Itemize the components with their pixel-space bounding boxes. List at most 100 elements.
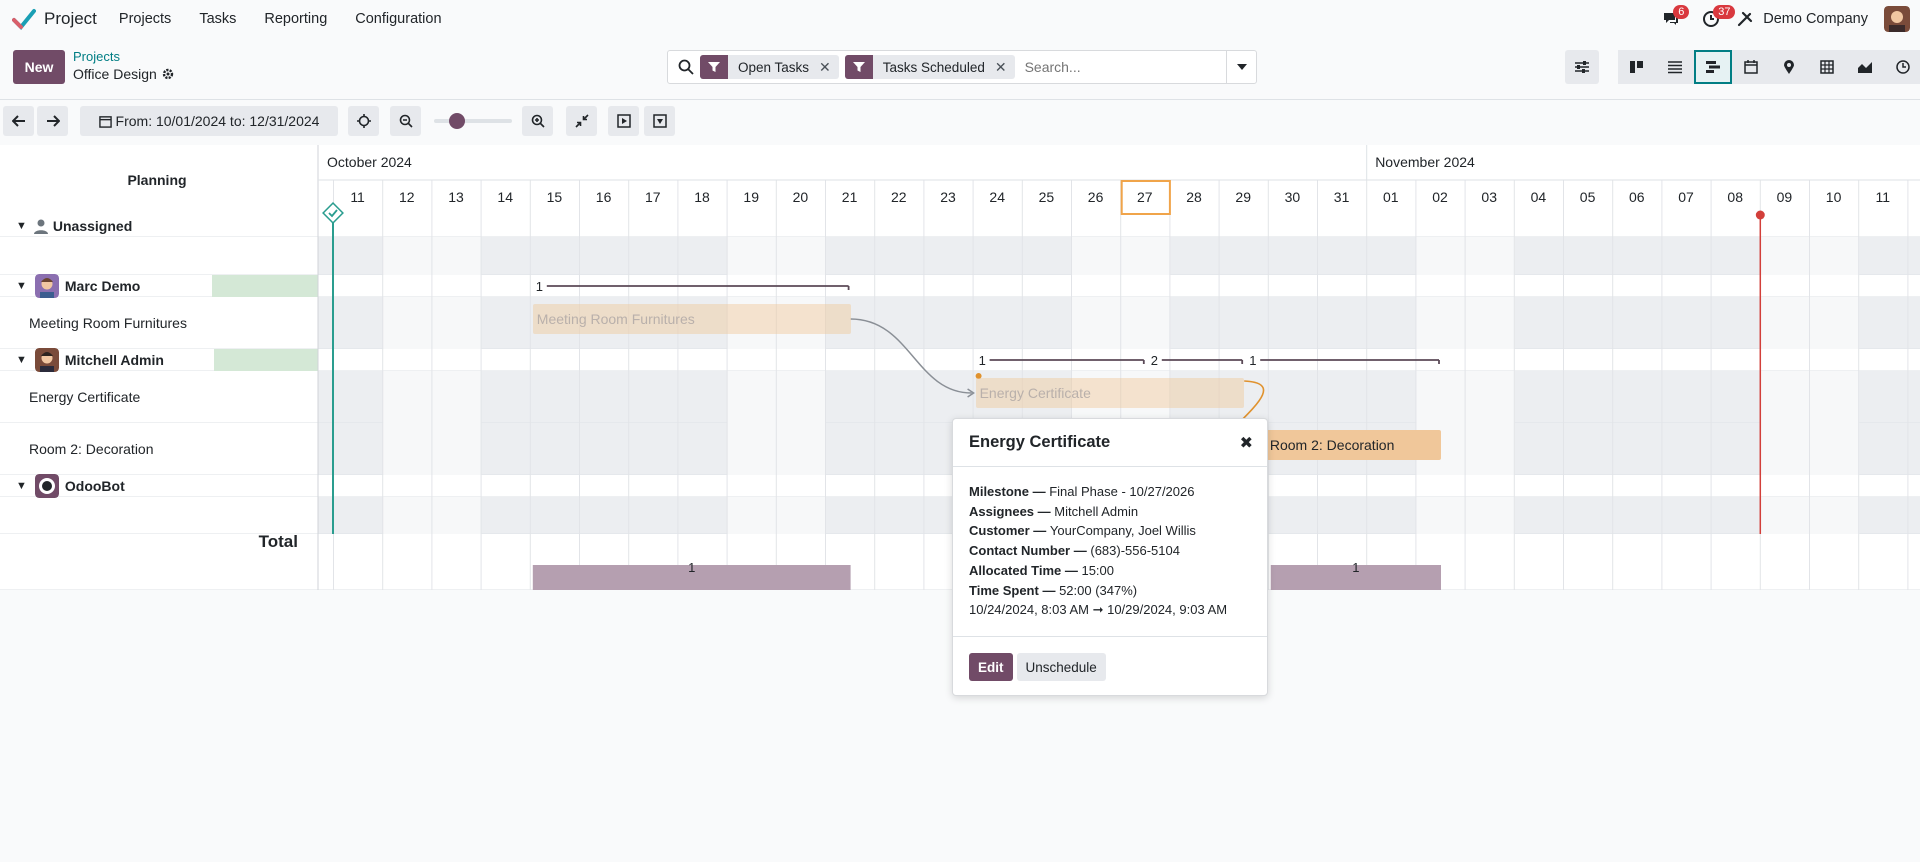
- search-icon[interactable]: [678, 59, 694, 75]
- debug-tools-button[interactable]: [1731, 0, 1759, 38]
- zoom-out-icon: [399, 114, 413, 128]
- field-value: 15:00: [1081, 562, 1115, 578]
- search-input[interactable]: [1024, 59, 1225, 75]
- task-pill-label: Energy Certificate: [979, 385, 1091, 401]
- caret-down-icon[interactable]: ▼: [16, 220, 27, 232]
- compress-button[interactable]: [566, 106, 597, 136]
- zoom-out-button[interactable]: [390, 106, 421, 136]
- compress-icon: [574, 114, 589, 128]
- weekend-cell: [383, 497, 433, 534]
- menu-projects[interactable]: Projects: [119, 11, 171, 27]
- field-label: Assignees: [969, 503, 1035, 519]
- field-label: Contact Number: [969, 543, 1071, 559]
- view-calendar[interactable]: [1732, 50, 1770, 84]
- row-task[interactable]: Room 2: Decoration: [0, 423, 318, 475]
- weekend-cell: [1465, 237, 1515, 275]
- row-label: Mitchell Admin: [64, 352, 164, 368]
- project-app-icon: [12, 9, 36, 30]
- day-label: 22: [891, 189, 907, 205]
- row-label: Energy Certificate: [29, 389, 141, 405]
- menu-reporting[interactable]: Reporting: [264, 11, 327, 27]
- caret-down-icon[interactable]: ▼: [16, 354, 27, 366]
- view-gantt[interactable]: [1694, 50, 1732, 84]
- activities-button[interactable]: 37: [1691, 0, 1736, 38]
- caret-down-icon[interactable]: ▼: [16, 480, 27, 492]
- group-count-label: 1: [979, 353, 986, 368]
- row-group-mitchell-admin[interactable]: ▼ Mitchell Admin: [0, 348, 318, 372]
- facet-remove-icon[interactable]: ✕: [819, 59, 839, 76]
- weekend-cell: [1416, 237, 1466, 275]
- view-list[interactable]: [1656, 50, 1694, 84]
- messages-badge: 6: [1673, 5, 1690, 19]
- caret-down-icon[interactable]: ▼: [16, 280, 27, 292]
- task-pill[interactable]: Room 2: Decoration: [1265, 430, 1441, 460]
- row-group-odoobot[interactable]: ▼ OdooBot: [0, 474, 318, 498]
- next-period-button[interactable]: [37, 106, 68, 136]
- facet-remove-icon[interactable]: ✕: [995, 59, 1015, 76]
- edit-button[interactable]: Edit: [969, 653, 1013, 681]
- day-label: 10: [1826, 189, 1842, 205]
- day-label: 26: [1088, 189, 1104, 205]
- view-pivot[interactable]: [1808, 50, 1846, 84]
- task-pill[interactable]: Energy Certificate: [975, 378, 1245, 408]
- row-group-unassigned[interactable]: ▼ Unassigned: [0, 215, 318, 237]
- date-range-picker[interactable]: From: 10/01/2024 to: 12/31/2024: [80, 106, 338, 136]
- navbar-systray: 6 37 Demo Company: [1651, 0, 1920, 38]
- collapse-rows-button[interactable]: [644, 106, 675, 136]
- total-value-label: 1: [1352, 560, 1359, 575]
- row-task[interactable]: Meeting Room Furnitures: [0, 297, 318, 349]
- field-value: YourCompany, Joel Willis: [1049, 523, 1196, 539]
- view-graph[interactable]: [1846, 50, 1884, 84]
- day-label: 29: [1235, 189, 1251, 205]
- new-button[interactable]: New: [13, 50, 65, 84]
- weekend-cell: [432, 371, 482, 423]
- app-name: Project: [44, 9, 97, 28]
- zoom-slider-handle[interactable]: [449, 113, 466, 129]
- task-pill[interactable]: Meeting Room Furnitures: [532, 304, 851, 334]
- task-pill-label: Room 2: Decoration: [1269, 437, 1395, 453]
- unschedule-button[interactable]: Unschedule: [1016, 653, 1106, 681]
- expand-rows-button[interactable]: [608, 106, 639, 136]
- popover-field: Milestone — Final Phase - 10/27/2026: [969, 484, 1195, 499]
- caret-square-down-icon: [652, 114, 667, 128]
- day-label: 09: [1777, 189, 1793, 205]
- gantt-settings-button[interactable]: [1565, 50, 1599, 84]
- gear-icon[interactable]: [161, 67, 175, 81]
- weekend-cell: [727, 371, 777, 423]
- search-options-toggle[interactable]: [1226, 51, 1256, 83]
- day-label: 15: [547, 189, 563, 205]
- company-switcher[interactable]: Demo Company: [1763, 11, 1868, 27]
- view-map[interactable]: [1770, 50, 1808, 84]
- previous-period-button[interactable]: [3, 106, 34, 136]
- menu-configuration[interactable]: Configuration: [355, 11, 441, 27]
- pivot-table-icon: [1820, 60, 1834, 74]
- clock-icon: [1896, 60, 1910, 74]
- row-group-marc-demo[interactable]: ▼ Marc Demo: [0, 274, 318, 298]
- row-task[interactable]: Energy Certificate: [0, 371, 318, 423]
- zoom-slider[interactable]: [434, 119, 512, 123]
- day-label: 11: [350, 189, 365, 205]
- day-label: 13: [448, 189, 464, 205]
- user-avatar[interactable]: [1884, 6, 1910, 32]
- calendar-icon: [98, 115, 112, 128]
- day-label: 31: [1334, 189, 1350, 205]
- app-brand[interactable]: Project: [12, 7, 97, 31]
- messages-button[interactable]: 6: [1651, 0, 1691, 38]
- menu-tasks[interactable]: Tasks: [199, 11, 236, 27]
- weekend-cell: [1810, 237, 1860, 275]
- view-activity[interactable]: [1884, 50, 1920, 84]
- zoom-in-icon: [531, 114, 545, 128]
- view-kanban[interactable]: [1618, 50, 1656, 84]
- focus-today-button[interactable]: [348, 106, 379, 136]
- planning-label: Planning: [127, 172, 187, 188]
- facet-label: Tasks Scheduled: [882, 59, 985, 75]
- zoom-in-button[interactable]: [522, 106, 553, 136]
- weekend-cell: [776, 371, 826, 423]
- close-icon[interactable]: ✖: [1240, 433, 1253, 453]
- breadcrumb-projects[interactable]: Projects: [73, 49, 120, 64]
- crosshair-icon: [356, 114, 371, 128]
- weekend-cell: [776, 237, 826, 275]
- top-navbar: Project Projects Tasks Reporting Configu…: [0, 0, 1920, 38]
- control-panel: New Projects Office Design Open Tasks ✕ …: [0, 38, 1920, 100]
- tools-icon: [1738, 11, 1753, 27]
